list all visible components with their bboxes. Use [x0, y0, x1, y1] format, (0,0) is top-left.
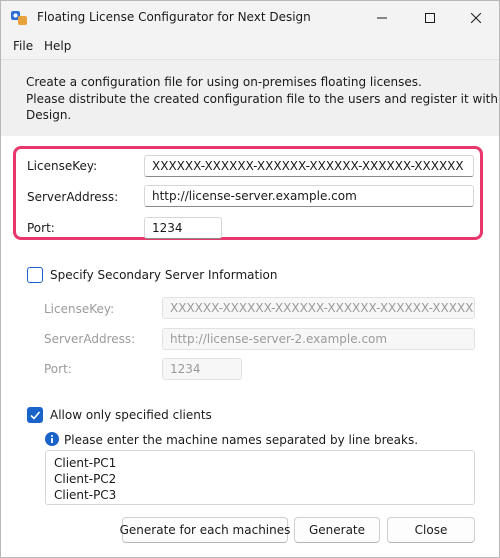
- description-line: Please distribute the created configurat…: [26, 92, 500, 106]
- port-input[interactable]: 1234: [144, 217, 222, 239]
- secondary-port-input[interactable]: 1234: [162, 358, 242, 380]
- list-item: Client-PC3: [54, 488, 117, 502]
- window-title: Floating License Configurator for Next D…: [37, 10, 311, 24]
- maximize-button[interactable]: [407, 1, 453, 35]
- allow-clients-checkbox[interactable]: [27, 407, 43, 423]
- generate-button[interactable]: Generate: [294, 517, 380, 543]
- close-window-button[interactable]: [453, 1, 499, 35]
- menu-help[interactable]: Help: [44, 39, 71, 53]
- generate-for-each-button[interactable]: Generate for each machines: [120, 517, 290, 543]
- allow-clients-label[interactable]: Allow only specified clients: [50, 408, 212, 422]
- info-text: Please enter the machine names separated…: [64, 433, 419, 447]
- description-line: Design.: [26, 108, 72, 122]
- server-address-input[interactable]: http://license-server.example.com: [144, 185, 474, 207]
- secondary-port-label: Port:: [44, 362, 72, 376]
- minimize-button[interactable]: [359, 1, 405, 35]
- checkmark-icon: [30, 411, 41, 420]
- secondary-license-key-input[interactable]: XXXXXX-XXXXXX-XXXXXX-XXXXXX-XXXXXX-XXXXX…: [162, 297, 475, 319]
- configurator-window: Floating License Configurator for Next D…: [0, 0, 500, 558]
- info-icon: [45, 432, 59, 446]
- client-names-textarea[interactable]: Client-PC1 Client-PC2 Client-PC3: [45, 450, 475, 505]
- menu-file[interactable]: File: [13, 39, 33, 53]
- secondary-server-address-input[interactable]: http://license-server-2.example.com: [162, 328, 475, 350]
- license-key-input[interactable]: XXXXXX-XXXXXX-XXXXXX-XXXXXX-XXXXXX-XXXXX…: [144, 155, 474, 177]
- close-button[interactable]: Close: [387, 517, 475, 543]
- license-key-label: LicenseKey:: [27, 159, 98, 173]
- menu-bar: File Help: [1, 35, 499, 59]
- app-logo-icon: [10, 9, 28, 27]
- list-item: Client-PC1: [54, 456, 117, 470]
- settings-content: LicenseKey: XXXXXX-XXXXXX-XXXXXX-XXXXXX-…: [1, 136, 499, 557]
- secondary-server-address-label: ServerAddress:: [44, 332, 136, 346]
- secondary-license-key-label: LicenseKey:: [44, 302, 115, 316]
- description-line: Create a configuration file for using on…: [26, 75, 422, 89]
- list-item: Client-PC2: [54, 472, 117, 486]
- secondary-server-label[interactable]: Specify Secondary Server Information: [50, 268, 277, 282]
- server-address-label: ServerAddress:: [27, 190, 119, 204]
- port-label: Port:: [27, 221, 55, 235]
- description-panel: Create a configuration file for using on…: [1, 59, 499, 138]
- secondary-server-checkbox[interactable]: [27, 267, 43, 283]
- title-bar[interactable]: Floating License Configurator for Next D…: [1, 1, 499, 35]
